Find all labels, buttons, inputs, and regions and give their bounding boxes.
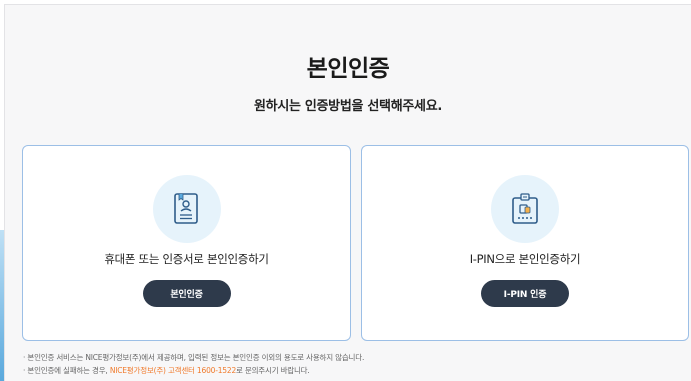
- notice-text: · 본인인증 서비스는 NICE평가정보(주)에서 제공하며, 입력된 정보는 …: [23, 351, 364, 377]
- ipin-auth-card[interactable]: I-PIN으로 본인인증하기 I-PIN 인증: [361, 145, 689, 341]
- phone-certificate-icon: [152, 175, 221, 243]
- phone-auth-button[interactable]: 본인인증: [142, 280, 231, 307]
- phone-auth-card[interactable]: 휴대폰 또는 인증서로 본인인증하기 본인인증: [22, 145, 351, 341]
- notice-line-2: · 본인인증에 실패하는 경우, NICE평가정보(주) 고객센터 1600-1…: [23, 364, 364, 377]
- notice-line-2-suffix: 로 문의주시기 바랍니다.: [236, 366, 310, 375]
- page-subtitle: 원하시는 인증방법을 선택해주세요.: [254, 99, 442, 114]
- phone-auth-label: 휴대폰 또는 인증서로 본인인증하기: [104, 252, 269, 266]
- ipin-auth-button[interactable]: I-PIN 인증: [481, 280, 569, 307]
- notice-line-1: · 본인인증 서비스는 NICE평가정보(주)에서 제공하며, 입력된 정보는 …: [23, 353, 365, 362]
- page-title: 본인인증: [306, 56, 390, 82]
- ipin-auth-label: I-PIN으로 본인인증하기: [469, 252, 581, 266]
- auth-panel: 본인인증 원하시는 인증방법을 선택해주세요. 휴대폰 또는 인증서로 본인인증…: [4, 4, 691, 381]
- notice-line-2-prefix: · 본인인증에 실패하는 경우,: [23, 366, 110, 375]
- customer-center-highlight: NICE평가정보(주) 고객센터 1600-1522: [109, 366, 237, 375]
- ipin-id-card-icon: [491, 175, 559, 243]
